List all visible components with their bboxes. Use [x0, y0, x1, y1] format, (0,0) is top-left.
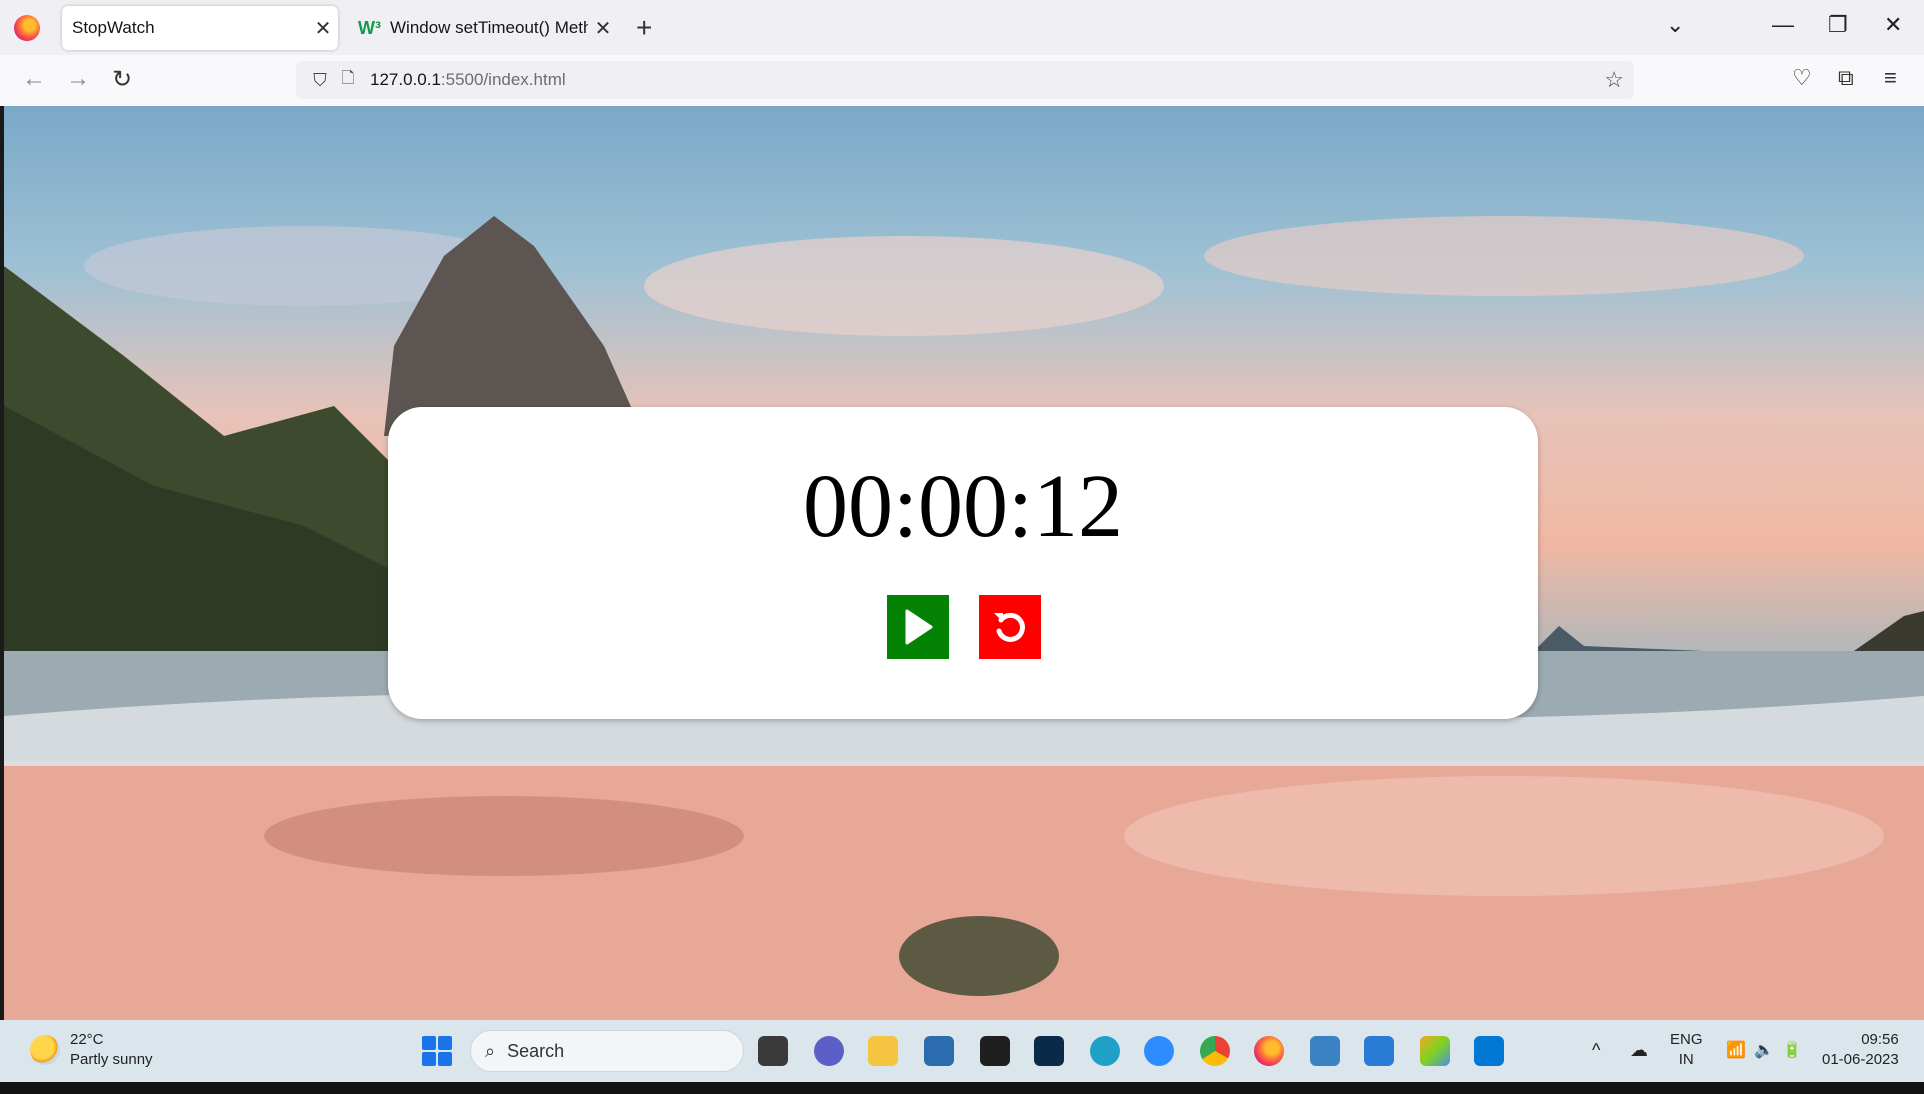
reset-button[interactable]: [979, 595, 1041, 659]
w3schools-favicon-icon: W³: [358, 17, 381, 38]
clock-date: 01-06-2023: [1822, 1051, 1899, 1068]
show-hidden-icons-icon[interactable]: ^: [1592, 1040, 1600, 1061]
extensions-icon[interactable]: ⧉: [1838, 65, 1854, 91]
language-indicator[interactable]: ENG IN: [1670, 1030, 1703, 1070]
search-label: Search: [507, 1040, 565, 1061]
url-path: :5500/index.html: [440, 70, 566, 89]
tab-title: StopWatch: [72, 18, 155, 37]
tab-title: Window setTimeout() Method: [390, 18, 588, 37]
weather-description: Partly sunny: [70, 1051, 153, 1068]
firefox-icon[interactable]: [1254, 1036, 1284, 1066]
new-tab-icon[interactable]: +: [636, 12, 652, 44]
vscode-icon[interactable]: [1474, 1036, 1504, 1066]
notepad-icon[interactable]: [1310, 1036, 1340, 1066]
onedrive-icon[interactable]: ☁: [1630, 1040, 1648, 1061]
play-button[interactable]: [887, 595, 949, 659]
search-icon: ⌕: [485, 1040, 496, 1061]
reset-icon: [994, 612, 1025, 642]
weather-temperature: 22°C: [70, 1031, 104, 1048]
app-icon[interactable]: [1034, 1036, 1064, 1066]
pocket-icon[interactable]: ♡: [1792, 65, 1812, 91]
page-background: 00:00:12: [4, 106, 1924, 1020]
list-all-tabs-icon[interactable]: ⌄: [1666, 12, 1684, 38]
tab-stopwatch[interactable]: StopWatch ✕: [62, 6, 338, 50]
language-code: ENG: [1670, 1031, 1703, 1048]
tracking-protection-icon[interactable]: ⛉: [306, 70, 334, 91]
wifi-icon[interactable]: 📶: [1726, 1040, 1746, 1060]
volume-icon[interactable]: 🔈: [1754, 1040, 1774, 1060]
reload-icon[interactable]: ↻: [112, 65, 132, 94]
minimize-icon[interactable]: —: [1772, 12, 1794, 38]
bookmark-star-icon[interactable]: ☆: [1604, 67, 1624, 93]
tab-settimeout[interactable]: W³ Window setTimeout() Method ✕: [352, 6, 618, 50]
tab-close-icon[interactable]: ✕: [308, 16, 338, 41]
back-icon[interactable]: ←: [22, 65, 46, 93]
navigation-bar: ← → ↻ ⛉ 🗋 127.0.0.1:5500/index.html ☆ ♡ …: [0, 55, 1924, 106]
menu-icon[interactable]: ≡: [1884, 65, 1897, 91]
store-icon[interactable]: [924, 1036, 954, 1066]
forward-icon[interactable]: →: [66, 65, 90, 93]
tab-bar: StopWatch ✕ W³ Window setTimeout() Metho…: [0, 0, 1924, 55]
region-code: IN: [1678, 1051, 1694, 1068]
weather-widget[interactable]: 22°C Partly sunny: [30, 1030, 153, 1070]
url-host: 127.0.0.1: [370, 70, 441, 89]
clock-time: 09:56: [1861, 1031, 1899, 1048]
zoom-icon[interactable]: [1144, 1036, 1174, 1066]
bottom-strip: [0, 1082, 1924, 1094]
chrome-icon[interactable]: [1200, 1036, 1230, 1066]
page-info-icon[interactable]: 🗋: [334, 67, 362, 94]
photos-icon[interactable]: [1364, 1036, 1394, 1066]
tab-close-icon[interactable]: ✕: [588, 16, 618, 41]
play-icon: [905, 609, 933, 645]
stopwatch-card: 00:00:12: [388, 407, 1538, 719]
partly-sunny-icon: [30, 1035, 60, 1065]
start-icon[interactable]: [422, 1036, 452, 1066]
app2-icon[interactable]: [1420, 1036, 1450, 1066]
stopwatch-display: 00:00:12: [802, 457, 1123, 556]
teams-icon[interactable]: [814, 1036, 844, 1066]
battery-icon[interactable]: 🔋: [1782, 1040, 1802, 1060]
firefox-logo-icon[interactable]: [14, 15, 40, 41]
dropbox-icon[interactable]: [980, 1036, 1010, 1066]
restore-icon[interactable]: ❐: [1828, 12, 1848, 38]
taskbar: 22°C Partly sunny ⌕ Search ^ ☁ ENG IN 📶 …: [0, 1020, 1924, 1082]
edge-icon[interactable]: [1090, 1036, 1120, 1066]
close-window-icon[interactable]: ✕: [1884, 12, 1902, 38]
taskbar-search[interactable]: ⌕ Search: [470, 1030, 744, 1072]
file-explorer-icon[interactable]: [868, 1036, 898, 1066]
task-view-icon[interactable]: [758, 1036, 788, 1066]
url-bar[interactable]: ⛉ 🗋 127.0.0.1:5500/index.html ☆: [296, 61, 1634, 99]
clock[interactable]: 09:56 01-06-2023: [1822, 1030, 1899, 1070]
